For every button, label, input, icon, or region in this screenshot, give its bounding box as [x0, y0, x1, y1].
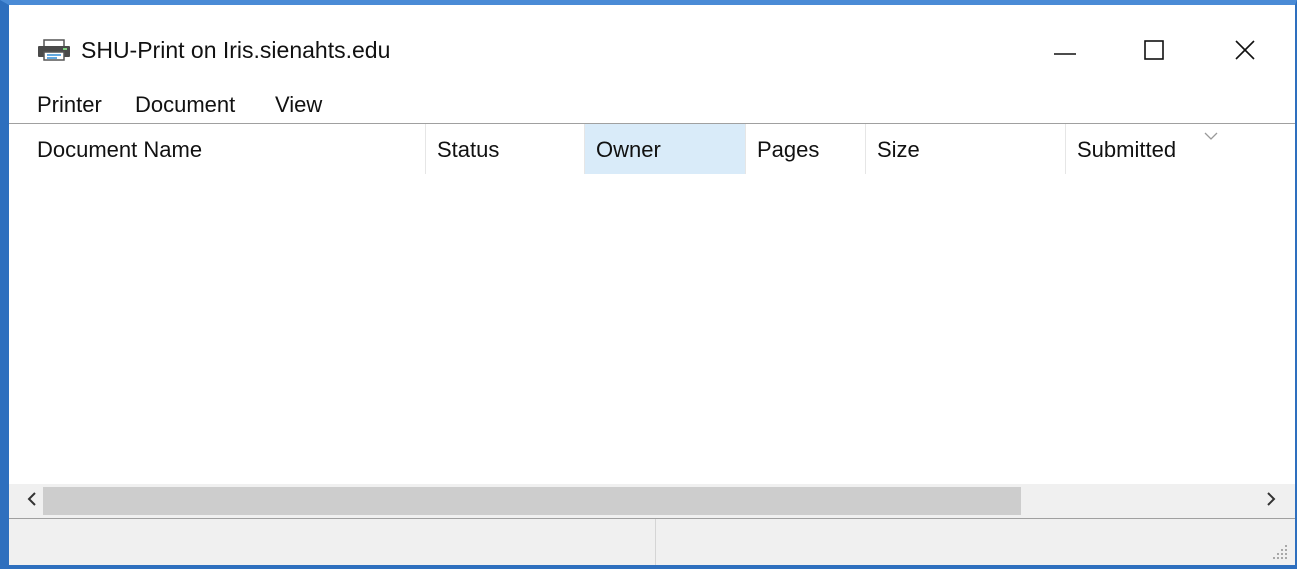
close-icon: [1234, 39, 1256, 66]
maximize-button[interactable]: [1124, 27, 1184, 77]
chevron-right-icon: [1264, 491, 1278, 512]
title-bar[interactable]: SHU-Print on Iris.sienahts.edu: [9, 5, 1295, 83]
minimize-button[interactable]: [1035, 27, 1095, 77]
status-bar: [9, 518, 1295, 565]
column-header-row: Document Name Status Owner Pages Size Su…: [9, 124, 1295, 176]
scrollbar-thumb[interactable]: [43, 487, 1021, 515]
horizontal-scrollbar[interactable]: [9, 484, 1295, 518]
column-document-name[interactable]: Document Name: [26, 124, 426, 174]
close-button[interactable]: [1215, 27, 1275, 77]
column-pages[interactable]: Pages: [746, 124, 866, 174]
minimize-icon: [1054, 39, 1076, 66]
print-queue-window: SHU-Print on Iris.sienahts.edu Printer D…: [0, 0, 1297, 569]
status-pane-left: [9, 519, 656, 565]
menu-view[interactable]: View: [275, 92, 322, 118]
print-queue-list[interactable]: Document Name Status Owner Pages Size Su…: [9, 123, 1295, 480]
menu-document[interactable]: Document: [135, 92, 235, 118]
column-status[interactable]: Status: [426, 124, 585, 174]
column-submitted[interactable]: Submitted: [1066, 124, 1295, 174]
resize-grip-icon[interactable]: [1271, 543, 1289, 561]
chevron-left-icon: [25, 491, 39, 512]
menu-bar: Printer Document View: [9, 85, 1295, 123]
column-size[interactable]: Size: [866, 124, 1066, 174]
window-title: SHU-Print on Iris.sienahts.edu: [81, 37, 391, 63]
maximize-icon: [1143, 39, 1165, 66]
scroll-right-button[interactable]: [1254, 484, 1288, 518]
menu-printer[interactable]: Printer: [37, 92, 102, 118]
sort-chevron-down-icon: [1203, 128, 1219, 140]
status-pane-right: [656, 519, 1295, 565]
column-owner[interactable]: Owner: [585, 124, 746, 174]
printer-icon: [37, 39, 71, 61]
